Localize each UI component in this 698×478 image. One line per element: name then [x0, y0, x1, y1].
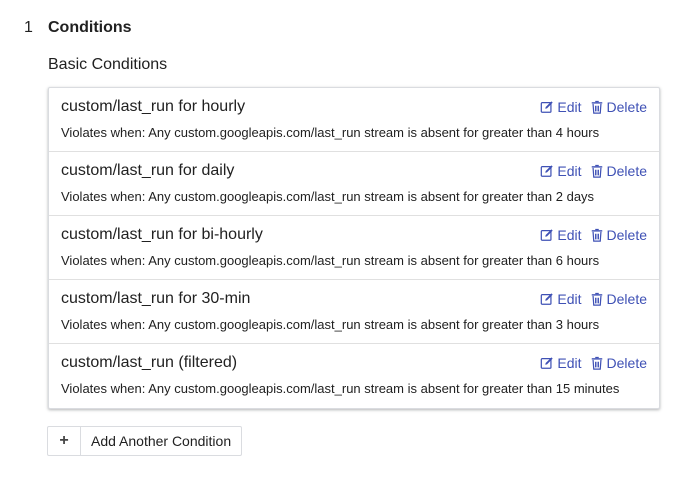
- add-another-condition-button[interactable]: + Add Another Condition: [47, 426, 243, 456]
- condition-description: Violates when: Any custom.googleapis.com…: [61, 125, 600, 140]
- edit-label: Edit: [557, 227, 582, 243]
- condition-description: Violates when: Any custom.googleapis.com…: [61, 253, 600, 268]
- edit-icon: [541, 165, 554, 177]
- edit-icon: [541, 357, 554, 369]
- row-actions: Edit Delete: [540, 291, 647, 307]
- condition-name: custom/last_run (filtered): [61, 354, 238, 371]
- trash-icon: [591, 100, 602, 114]
- edit-button[interactable]: Edit: [540, 355, 582, 371]
- row-actions: Edit Delete: [540, 355, 647, 371]
- condition-row: custom/last_run for 30-min Edit Delete V…: [49, 280, 659, 344]
- edit-label: Edit: [557, 163, 582, 179]
- conditions-list: custom/last_run for hourly Edit Delete V…: [48, 87, 660, 409]
- condition-name: custom/last_run for hourly: [61, 98, 246, 115]
- condition-name: custom/last_run for 30-min: [61, 290, 251, 307]
- delete-button[interactable]: Delete: [590, 163, 647, 179]
- condition-row: custom/last_run for bi-hourly Edit Delet…: [49, 216, 659, 280]
- delete-button[interactable]: Delete: [590, 99, 647, 115]
- delete-label: Delete: [606, 291, 647, 307]
- section-number: 1: [24, 19, 33, 36]
- edit-button[interactable]: Edit: [540, 99, 582, 115]
- delete-button[interactable]: Delete: [590, 355, 647, 371]
- trash-icon: [591, 356, 602, 370]
- condition-row: custom/last_run for daily Edit Delete Vi…: [49, 152, 659, 216]
- add-button-label: Add Another Condition: [91, 433, 232, 449]
- trash-icon: [591, 164, 602, 178]
- condition-description: Violates when: Any custom.googleapis.com…: [61, 189, 595, 204]
- delete-label: Delete: [606, 355, 647, 371]
- basic-conditions-heading: Basic Conditions: [48, 56, 168, 73]
- condition-name: custom/last_run for daily: [61, 162, 235, 179]
- edit-icon: [541, 293, 554, 305]
- trash-icon: [591, 292, 602, 306]
- edit-icon: [541, 101, 554, 113]
- edit-button[interactable]: Edit: [540, 227, 582, 243]
- condition-row: custom/last_run for hourly Edit Delete V…: [49, 88, 659, 152]
- condition-name: custom/last_run for bi-hourly: [61, 226, 263, 243]
- row-actions: Edit Delete: [540, 99, 647, 115]
- trash-icon: [591, 228, 602, 242]
- delete-button[interactable]: Delete: [590, 227, 647, 243]
- delete-label: Delete: [606, 163, 647, 179]
- edit-label: Edit: [557, 291, 582, 307]
- edit-label: Edit: [557, 99, 582, 115]
- condition-row: custom/last_run (filtered) Edit Delete V…: [49, 344, 659, 408]
- edit-button[interactable]: Edit: [540, 291, 582, 307]
- condition-description: Violates when: Any custom.googleapis.com…: [61, 381, 620, 396]
- condition-description: Violates when: Any custom.googleapis.com…: [61, 317, 600, 332]
- plus-icon: +: [48, 427, 81, 455]
- edit-label: Edit: [557, 355, 582, 371]
- delete-label: Delete: [606, 99, 647, 115]
- section-header: 1 Conditions: [24, 16, 132, 40]
- edit-icon: [541, 229, 554, 241]
- delete-button[interactable]: Delete: [590, 291, 647, 307]
- row-actions: Edit Delete: [540, 227, 647, 243]
- row-actions: Edit Delete: [540, 163, 647, 179]
- delete-label: Delete: [606, 227, 647, 243]
- section-title: Conditions: [48, 19, 132, 36]
- edit-button[interactable]: Edit: [540, 163, 582, 179]
